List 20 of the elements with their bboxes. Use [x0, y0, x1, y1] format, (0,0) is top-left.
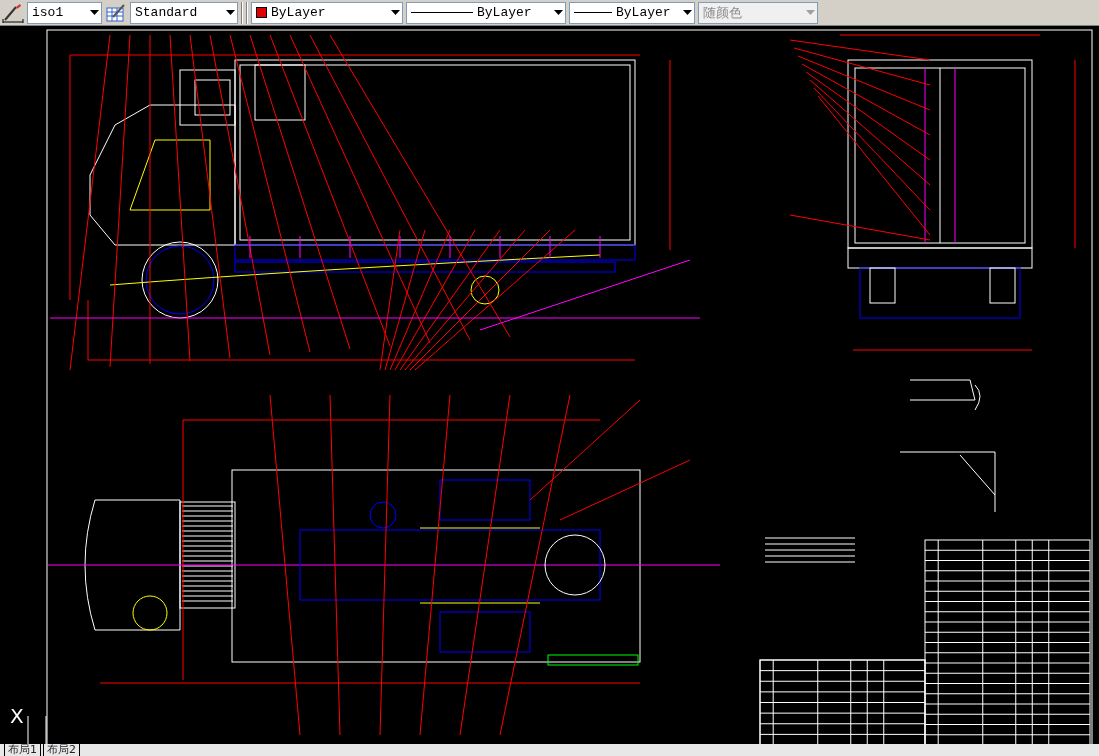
plot-style-dropdown: 随颜色 — [698, 1, 818, 24]
text-style-icon[interactable] — [105, 2, 127, 23]
dropdown-caret-icon[interactable] — [391, 10, 400, 15]
layout-tab[interactable]: 布局2 — [43, 744, 80, 756]
dropdown-caret-icon[interactable] — [554, 10, 563, 15]
dropdown-caret-icon — [806, 10, 815, 15]
dropdown-caret-icon[interactable] — [683, 10, 692, 15]
dimension-style-dropdown[interactable]: iso1 — [27, 1, 102, 24]
text-style-dropdown[interactable]: Standard — [130, 1, 238, 24]
dimension-style-icon[interactable] — [2, 2, 24, 23]
line-sample-icon — [411, 11, 473, 14]
color-dropdown[interactable]: ByLayer — [251, 1, 403, 24]
dropdown-caret-icon[interactable] — [90, 10, 99, 15]
ucs-axis-label: X — [10, 706, 24, 726]
line-sample-icon — [574, 11, 612, 14]
color-swatch-icon — [256, 7, 267, 18]
dropdown-caret-icon[interactable] — [226, 10, 235, 15]
linetype-dropdown[interactable]: ByLayer — [406, 1, 566, 24]
layout-tab[interactable]: 布局1 — [4, 744, 41, 756]
lineweight-dropdown[interactable]: ByLayer — [569, 1, 695, 24]
